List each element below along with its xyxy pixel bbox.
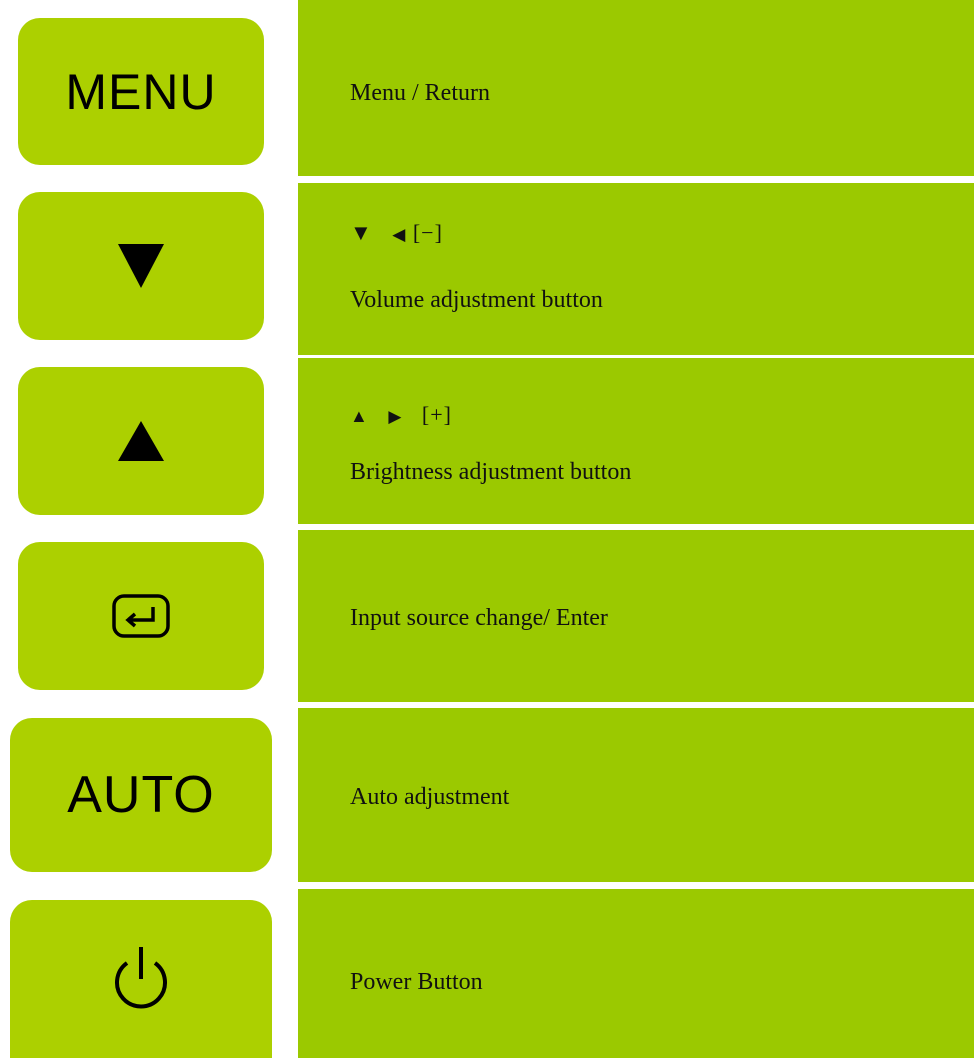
enter-description: Input source change/ Enter bbox=[350, 605, 608, 631]
up-triangle-icon bbox=[118, 421, 164, 461]
down-button[interactable] bbox=[18, 192, 264, 340]
down-arrow-symbol: ▼ bbox=[350, 220, 373, 245]
brightness-symbols: ▲ ▶ [+] bbox=[350, 402, 452, 428]
enter-description-panel: Input source change/ Enter bbox=[298, 530, 974, 702]
down-triangle-icon bbox=[118, 244, 164, 288]
volume-description-panel: ▼ ◀ [−] Volume adjustment button bbox=[298, 183, 974, 355]
brightness-description: Brightness adjustment button bbox=[350, 459, 632, 485]
brightness-description-panel: ▲ ▶ [+] Brightness adjustment button bbox=[298, 358, 974, 524]
enter-icon bbox=[112, 594, 170, 638]
auto-button-label: AUTO bbox=[67, 766, 215, 824]
menu-button-label: MENU bbox=[65, 63, 217, 120]
enter-button[interactable] bbox=[18, 542, 264, 690]
auto-description: Auto adjustment bbox=[350, 784, 510, 810]
power-description-panel: Power Button bbox=[298, 889, 974, 1058]
menu-button[interactable]: MENU bbox=[18, 18, 264, 165]
power-description: Power Button bbox=[350, 969, 483, 995]
plus-bracket-symbol: [+] bbox=[421, 402, 452, 427]
volume-symbols: ▼ ◀ [−] bbox=[350, 220, 443, 246]
menu-description: Menu / Return bbox=[350, 80, 490, 106]
menu-description-panel: Menu / Return bbox=[298, 0, 974, 176]
auto-button[interactable]: AUTO bbox=[10, 718, 272, 872]
up-arrow-symbol: ▲ bbox=[350, 406, 369, 426]
volume-description: Volume adjustment button bbox=[350, 287, 603, 313]
power-icon bbox=[105, 943, 177, 1015]
right-arrow-symbol: ▶ bbox=[388, 407, 403, 426]
auto-description-panel: Auto adjustment bbox=[298, 708, 974, 882]
up-button[interactable] bbox=[18, 367, 264, 515]
minus-bracket-symbol: [−] bbox=[412, 220, 443, 245]
left-arrow-symbol: ◀ bbox=[392, 225, 407, 244]
power-button[interactable] bbox=[10, 900, 272, 1058]
